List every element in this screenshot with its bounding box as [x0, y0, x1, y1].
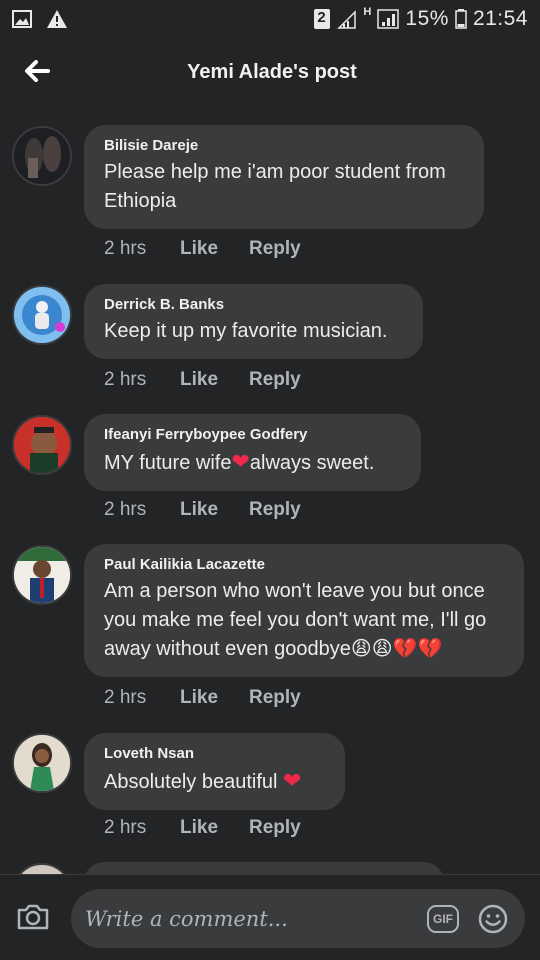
- comment-author[interactable]: Derrick B. Banks: [104, 296, 403, 313]
- like-button[interactable]: Like: [180, 817, 249, 839]
- heart-emoji-icon: ❤: [283, 768, 302, 793]
- comment-text-part: MY future wife: [104, 452, 232, 474]
- comment-author[interactable]: Loveth Nsan: [104, 745, 325, 762]
- page-title: Yemi Alade's post: [187, 60, 357, 83]
- gif-button[interactable]: GIF: [427, 905, 459, 933]
- comment-text: Keep it up my favorite musician.: [104, 320, 388, 342]
- comment-actions: 2 hrs Like Reply: [104, 499, 301, 521]
- avatar[interactable]: [12, 545, 72, 605]
- clock: 21:54: [472, 7, 528, 30]
- reply-button[interactable]: Reply: [249, 238, 301, 260]
- comment-actions: 2 hrs Like Reply: [104, 817, 301, 839]
- comment-time: 2 hrs: [104, 369, 147, 390]
- comment-bubble: [84, 862, 444, 874]
- comment-time: 2 hrs: [104, 238, 147, 259]
- reply-button[interactable]: Reply: [249, 499, 301, 521]
- comment-bubble: Derrick B. Banks Keep it up my favorite …: [84, 284, 423, 359]
- comment-input-container[interactable]: GIF: [71, 889, 525, 948]
- comment-text: MY future wife❤always sweet.: [104, 447, 401, 478]
- gif-label: GIF: [433, 912, 453, 926]
- battery-icon: [455, 9, 467, 29]
- comment-time: 2 hrs: [104, 817, 147, 838]
- comment-author[interactable]: Ifeanyi Ferryboypee Godfery: [104, 426, 401, 443]
- sim-icon: 2: [313, 8, 331, 30]
- comment-text: Am a person who won't leave you but once…: [104, 577, 504, 664]
- avatar[interactable]: [12, 126, 72, 186]
- reply-button[interactable]: Reply: [249, 369, 301, 391]
- like-button[interactable]: Like: [180, 687, 249, 709]
- like-button[interactable]: Like: [180, 369, 249, 391]
- signal-h-icon: H: [363, 6, 400, 30]
- signal-icon: [337, 9, 357, 29]
- comment-input[interactable]: [85, 899, 415, 939]
- reply-button[interactable]: Reply: [249, 687, 301, 709]
- comment-bubble: Bilisie Dareje Please help me i'am poor …: [84, 125, 484, 229]
- header: Yemi Alade's post: [0, 38, 540, 106]
- like-button[interactable]: Like: [180, 238, 249, 260]
- comment-list[interactable]: Bilisie Dareje Please help me i'am poor …: [0, 106, 540, 874]
- heart-emoji-icon: ❤: [231, 449, 250, 474]
- comment-text-part: always sweet.: [249, 452, 375, 474]
- comment-text-part: Absolutely beautiful: [104, 771, 278, 793]
- network-type: H: [363, 6, 372, 18]
- back-button[interactable]: [20, 54, 54, 88]
- comment-composer: GIF: [0, 874, 540, 960]
- status-bar: 2 H 15% 21:54: [0, 0, 540, 38]
- reply-button[interactable]: Reply: [249, 817, 301, 839]
- like-button[interactable]: Like: [180, 499, 249, 521]
- comment-actions: 2 hrs Like Reply: [104, 238, 301, 260]
- avatar[interactable]: [12, 733, 72, 793]
- emoji-button[interactable]: [477, 903, 509, 935]
- battery-percent: 15%: [405, 7, 449, 30]
- smiley-icon: [478, 904, 508, 934]
- image-icon: [12, 10, 32, 28]
- warning-icon: [46, 9, 68, 29]
- comment-text: Please help me i'am poor student from Et…: [104, 161, 446, 212]
- comment-time: 2 hrs: [104, 687, 147, 708]
- sim-number: 2: [317, 9, 326, 26]
- comment-bubble: Loveth Nsan Absolutely beautiful ❤: [84, 733, 345, 810]
- arrow-left-icon: [25, 60, 50, 82]
- comment-actions: 2 hrs Like Reply: [104, 369, 301, 391]
- emoji-group-icon: 😩😩💔💔: [350, 638, 443, 660]
- comment-text: Absolutely beautiful ❤: [104, 766, 325, 797]
- comment-bubble: Ifeanyi Ferryboypee Godfery MY future wi…: [84, 414, 421, 491]
- camera-button[interactable]: [16, 903, 52, 935]
- comment-author[interactable]: Bilisie Dareje: [104, 137, 464, 154]
- avatar[interactable]: [12, 415, 72, 475]
- avatar[interactable]: [12, 863, 72, 874]
- camera-icon: [17, 904, 49, 930]
- comment-author[interactable]: Paul Kailikia Lacazette: [104, 556, 504, 573]
- avatar[interactable]: [12, 285, 72, 345]
- comment-bubble: Paul Kailikia Lacazette Am a person who …: [84, 544, 524, 677]
- comment-time: 2 hrs: [104, 499, 147, 520]
- comment-actions: 2 hrs Like Reply: [104, 687, 301, 709]
